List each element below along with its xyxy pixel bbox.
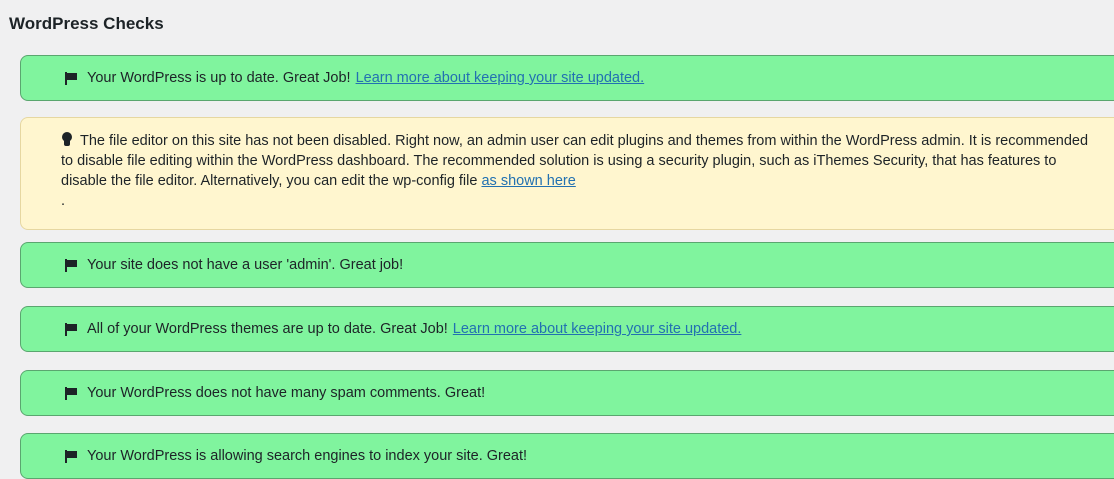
check-text: Your WordPress is allowing search engine… [87, 448, 528, 464]
check-wordpress-up-to-date: Your WordPress is up to date. Great Job!… [20, 55, 1114, 101]
check-text: Your WordPress is up to date. Great Job! [87, 70, 351, 86]
flag-icon [65, 71, 78, 85]
check-text-tail: . [61, 193, 66, 209]
check-no-admin-user: Your site does not have a user 'admin'. … [20, 242, 1114, 288]
wordpress-checks-panel: WordPress Checks Your WordPress is up to… [0, 0, 1114, 479]
check-text: Your site does not have a user 'admin'. … [87, 257, 404, 273]
section-title: WordPress Checks [9, 14, 164, 33]
flag-icon [65, 449, 78, 463]
lightbulb-icon [61, 132, 73, 147]
check-text: All of your WordPress themes are up to d… [87, 321, 448, 337]
check-search-engine-indexing: Your WordPress is allowing search engine… [20, 433, 1114, 479]
check-spam-comments: Your WordPress does not have many spam c… [20, 370, 1114, 416]
check-themes-up-to-date: All of your WordPress themes are up to d… [20, 306, 1114, 352]
flag-icon [65, 322, 78, 336]
as-shown-here-link[interactable]: as shown here [481, 173, 575, 189]
check-file-editor-warning: The file editor on this site has not bee… [20, 117, 1114, 230]
flag-icon [65, 258, 78, 272]
check-text: Your WordPress does not have many spam c… [87, 385, 486, 401]
flag-icon [65, 386, 78, 400]
learn-more-link[interactable]: Learn more about keeping your site updat… [453, 319, 742, 339]
learn-more-link[interactable]: Learn more about keeping your site updat… [356, 68, 645, 88]
